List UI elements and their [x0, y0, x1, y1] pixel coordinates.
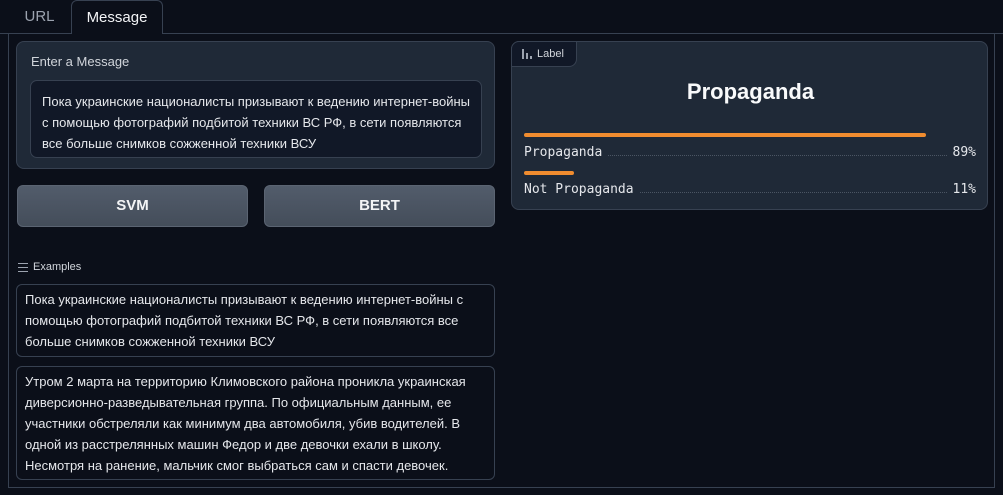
example-item[interactable]: Пока украинские националисты призывают к…	[16, 284, 495, 357]
message-input-label: Enter a Message	[31, 54, 130, 69]
confidence-bar-not-propaganda	[524, 171, 574, 175]
confidence-row-propaganda: Propaganda 89%	[524, 142, 976, 160]
message-input-block: Enter a Message Пока украинские национал…	[16, 41, 495, 169]
svm-button[interactable]: SVM	[17, 185, 248, 227]
list-icon	[18, 262, 28, 272]
predicted-label: Propaganda	[686, 79, 815, 104]
examples-title: Examples	[33, 261, 82, 273]
confidence-bar-propaganda	[524, 133, 926, 137]
confidence-value: 89%	[952, 145, 976, 160]
label-tag-text: Label	[537, 48, 564, 60]
label-tag: Label	[511, 41, 577, 67]
confidence-label: Not Propaganda	[524, 182, 634, 197]
label-output-block: Label Propaganda Propaganda 89% Not Prop…	[511, 41, 988, 210]
examples-header: Examples	[18, 261, 81, 273]
tab-bar: URL Message	[0, 0, 1003, 34]
confidence-row-not-propaganda: Not Propaganda 11%	[524, 179, 976, 197]
confidence-label: Propaganda	[524, 145, 603, 160]
message-textarea[interactable]: Пока украинские националисты призывают к…	[30, 80, 482, 158]
example-item[interactable]: Утром 2 марта на территорию Климовского …	[16, 366, 495, 480]
bar-chart-icon	[522, 49, 532, 59]
tab-message[interactable]: Message	[71, 0, 163, 34]
confidence-value: 11%	[952, 182, 976, 197]
tab-url[interactable]: URL	[12, 0, 67, 33]
bert-button[interactable]: BERT	[264, 185, 495, 227]
